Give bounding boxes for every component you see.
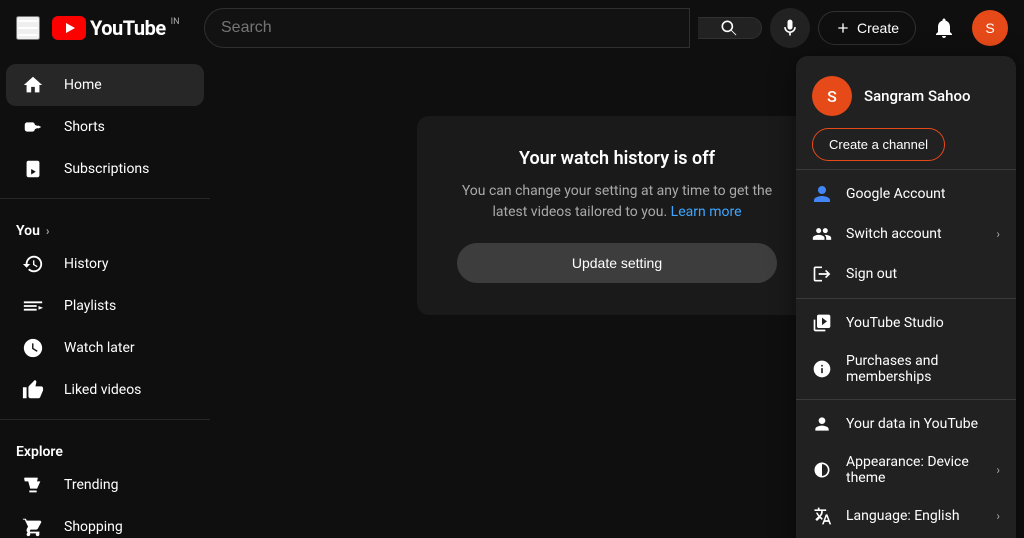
dropdown-item-sign-out[interactable]: Sign out [796, 254, 1016, 294]
logo-badge: IN [171, 17, 180, 27]
watch-history-card: Your watch history is off You can change… [417, 116, 817, 315]
sidebar-liked-videos-label: Liked videos [64, 382, 141, 398]
dropdown-divider-1 [796, 169, 1016, 170]
sidebar-item-shopping[interactable]: Shopping [6, 506, 204, 538]
watch-history-title: Your watch history is off [457, 148, 777, 169]
dropdown-google-account-label: Google Account [846, 186, 1000, 202]
search-button[interactable] [698, 17, 762, 39]
language-chevron: › [996, 509, 1000, 523]
update-setting-button[interactable]: Update setting [457, 243, 777, 283]
subscriptions-icon [22, 158, 44, 180]
dropdown-user-name: Sangram Sahoo [864, 87, 970, 105]
dropdown-item-youtube-studio[interactable]: YouTube Studio [796, 303, 1016, 343]
youtube-studio-icon [812, 313, 832, 333]
trending-icon [22, 474, 44, 496]
your-data-icon [812, 414, 832, 434]
liked-videos-icon [22, 379, 44, 401]
dropdown-divider-2 [796, 298, 1016, 299]
logo-area[interactable]: YouTube IN [52, 16, 180, 40]
dropdown-avatar: S [812, 76, 852, 116]
history-icon [22, 253, 44, 275]
dropdown-appearance-label: Appearance: Device theme [846, 454, 982, 486]
dropdown-profile: S Sangram Sahoo [796, 64, 1016, 124]
switch-account-chevron: › [996, 227, 1000, 241]
search-icon [719, 18, 739, 38]
appearance-chevron: › [996, 463, 1000, 477]
header: YouTube IN Create S [0, 0, 1024, 56]
dropdown-item-switch-account[interactable]: Switch account › [796, 214, 1016, 254]
dropdown-item-appearance[interactable]: Appearance: Device theme › [796, 444, 1016, 496]
learn-more-link[interactable]: Learn more [671, 204, 742, 220]
search-bar [204, 8, 690, 48]
sidebar-item-liked-videos[interactable]: Liked videos [6, 369, 204, 411]
sign-out-icon [812, 264, 832, 284]
sidebar-item-watch-later[interactable]: Watch later [6, 327, 204, 369]
you-chevron: › [46, 224, 50, 238]
sidebar-item-trending[interactable]: Trending [6, 464, 204, 506]
sidebar-shorts-label: Shorts [64, 119, 105, 135]
dropdown-language-label: Language: English [846, 508, 982, 524]
user-dropdown-menu: S Sangram Sahoo Create a channel Google … [796, 56, 1016, 538]
dropdown-item-language[interactable]: Language: English › [796, 496, 1016, 536]
dropdown-purchases-label: Purchases and memberships [846, 353, 1000, 385]
dropdown-sign-out-label: Sign out [846, 266, 1000, 282]
youtube-logo-icon [52, 16, 86, 40]
you-section-title[interactable]: You › [0, 207, 210, 243]
dropdown-divider-3 [796, 399, 1016, 400]
mic-button[interactable] [770, 8, 810, 48]
notifications-button[interactable] [924, 8, 964, 48]
language-icon [812, 506, 832, 526]
shopping-icon [22, 516, 44, 538]
sidebar-watch-later-label: Watch later [64, 340, 135, 356]
sidebar-item-home[interactable]: Home [6, 64, 204, 106]
sidebar-subscriptions-label: Subscriptions [64, 161, 149, 177]
sidebar: Home Shorts Subscriptions You › History … [0, 56, 210, 538]
dropdown-item-google-account[interactable]: Google Account [796, 174, 1016, 214]
explore-label: Explore [16, 444, 63, 460]
google-account-icon [812, 184, 832, 204]
sidebar-item-subscriptions[interactable]: Subscriptions [6, 148, 204, 190]
dropdown-your-data-label: Your data in YouTube [846, 416, 1000, 432]
header-center [204, 8, 810, 48]
sidebar-shopping-label: Shopping [64, 519, 123, 535]
header-left: YouTube IN [16, 16, 196, 40]
search-input[interactable] [205, 9, 689, 47]
appearance-icon [812, 460, 832, 480]
you-label: You [16, 223, 40, 239]
sidebar-home-label: Home [64, 77, 102, 93]
shorts-icon [22, 116, 44, 138]
hamburger-button[interactable] [16, 16, 40, 40]
create-icon [835, 20, 851, 36]
create-label: Create [857, 20, 899, 36]
logo-text: YouTube [90, 16, 166, 40]
sidebar-trending-label: Trending [64, 477, 119, 493]
mic-icon [780, 18, 800, 38]
dropdown-switch-account-label: Switch account [846, 226, 982, 242]
sidebar-item-playlists[interactable]: Playlists [6, 285, 204, 327]
header-right: Create S [818, 8, 1008, 48]
bell-icon [932, 16, 956, 40]
dropdown-youtube-studio-label: YouTube Studio [846, 315, 1000, 331]
purchases-icon [812, 359, 832, 379]
playlists-icon [22, 295, 44, 317]
sidebar-item-history[interactable]: History [6, 243, 204, 285]
switch-account-icon [812, 224, 832, 244]
divider-1 [0, 198, 210, 199]
sidebar-playlists-label: Playlists [64, 298, 116, 314]
user-avatar-button[interactable]: S [972, 10, 1008, 46]
watch-later-icon [22, 337, 44, 359]
watch-history-description: You can change your setting at any time … [457, 181, 777, 223]
dropdown-item-your-data[interactable]: Your data in YouTube [796, 404, 1016, 444]
sidebar-history-label: History [64, 256, 109, 272]
create-channel-button[interactable]: Create a channel [812, 128, 945, 161]
dropdown-item-purchases[interactable]: Purchases and memberships [796, 343, 1016, 395]
divider-2 [0, 419, 210, 420]
create-button[interactable]: Create [818, 11, 916, 45]
sidebar-item-shorts[interactable]: Shorts [6, 106, 204, 148]
home-icon [22, 74, 44, 96]
explore-section-title: Explore [0, 428, 210, 464]
